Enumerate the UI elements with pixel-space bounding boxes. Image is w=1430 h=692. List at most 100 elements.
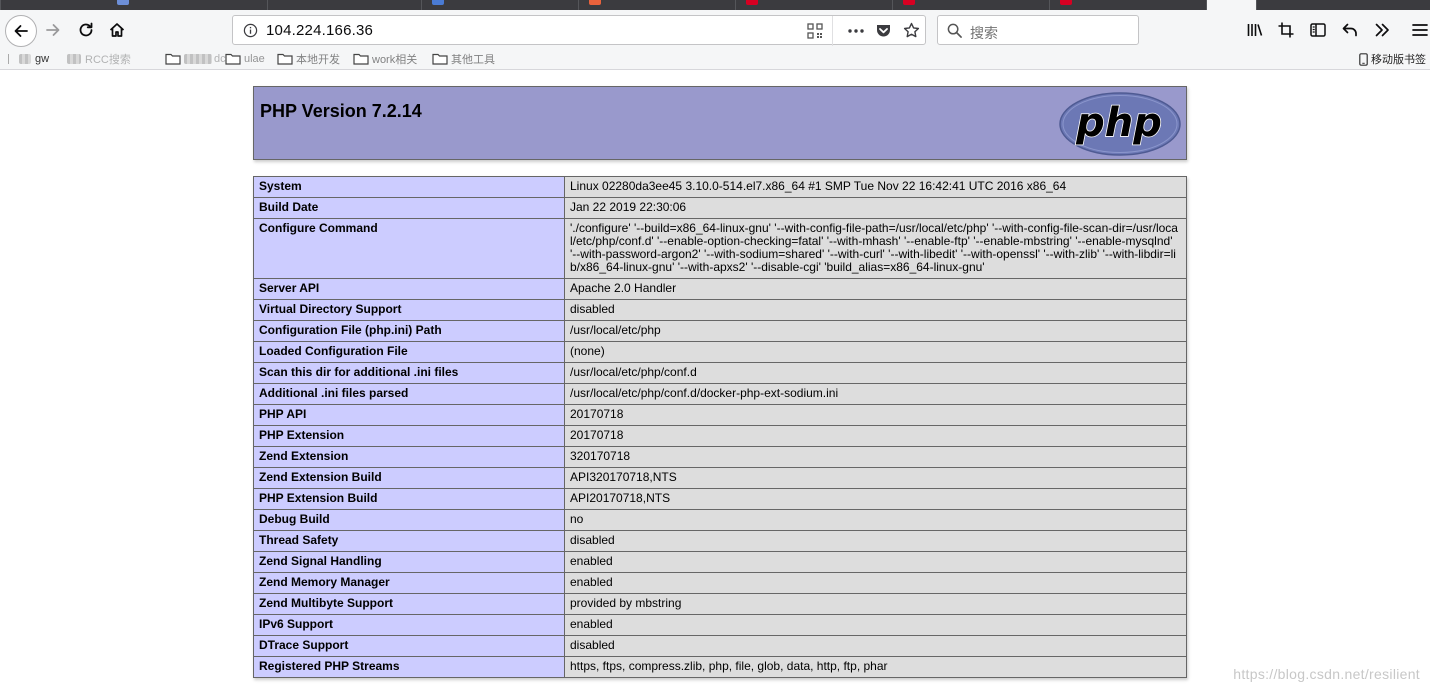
table-row: Virtual Directory Support disabled bbox=[253, 299, 1187, 321]
folder-icon bbox=[277, 53, 293, 65]
setting-value: enabled bbox=[564, 572, 1187, 594]
tab-active[interactable] bbox=[1207, 0, 1257, 10]
table-row: Server API Apache 2.0 Handler bbox=[253, 278, 1187, 300]
setting-name: PHP API bbox=[253, 404, 565, 426]
setting-name: IPv6 Support bbox=[253, 614, 565, 636]
table-row: DTrace Support disabled bbox=[253, 635, 1187, 657]
bookmark-item[interactable]: gw bbox=[8, 51, 49, 67]
tab[interactable] bbox=[579, 0, 736, 10]
setting-name: System bbox=[253, 176, 565, 198]
table-row: Registered PHP Streams https, ftps, compr… bbox=[253, 656, 1187, 678]
table-row: Zend Multibyte Support provided by mbstri… bbox=[253, 593, 1187, 615]
setting-value: disabled bbox=[564, 530, 1187, 552]
setting-value: Apache 2.0 Handler bbox=[564, 278, 1187, 300]
setting-name: Zend Extension bbox=[253, 446, 565, 468]
pocket-icon[interactable] bbox=[875, 22, 892, 39]
setting-value: 320170718 bbox=[564, 446, 1187, 468]
php-logo-text: php bbox=[1075, 100, 1162, 146]
setting-value: https, ftps, compress.zlib, php, file, g… bbox=[564, 656, 1187, 678]
setting-value: /usr/local/etc/php/conf.d bbox=[564, 362, 1187, 384]
hamburger-icon bbox=[1412, 24, 1428, 36]
tab-favicon-icon bbox=[903, 0, 915, 5]
reload-button[interactable] bbox=[75, 19, 97, 41]
reload-icon bbox=[79, 22, 93, 37]
table-row: System Linux 02280da3ee45 3.10.0-514.el7.… bbox=[253, 176, 1187, 198]
mobile-phone-icon bbox=[1359, 52, 1368, 66]
setting-name: Thread Safety bbox=[253, 530, 565, 552]
table-row: Configuration File (php.ini) Path/usr/lo… bbox=[253, 320, 1187, 342]
table-row: Loaded Configuration File (none) bbox=[253, 341, 1187, 363]
tab[interactable] bbox=[268, 0, 422, 10]
setting-value: 20170718 bbox=[564, 404, 1187, 426]
search-bar[interactable]: 搜索 bbox=[937, 15, 1139, 45]
setting-name: Scan this dir for additional .ini files bbox=[253, 362, 565, 384]
bookmark-folder[interactable]: dc bbox=[165, 51, 226, 67]
sidebar-icon bbox=[1310, 23, 1326, 37]
setting-value: enabled bbox=[564, 551, 1187, 573]
table-row: Thread Safety disabled bbox=[253, 530, 1187, 552]
bookmark-star-icon[interactable] bbox=[903, 22, 920, 39]
page-title: PHP Version 7.2.14 bbox=[260, 101, 422, 121]
tab[interactable] bbox=[736, 0, 893, 10]
table-row: Build Date Jan 22 2019 22:30:06 bbox=[253, 197, 1187, 219]
home-button[interactable] bbox=[106, 19, 128, 41]
bookmark-label: 其他工具 bbox=[451, 54, 495, 66]
bookmark-item[interactable]: RCC搜索 bbox=[67, 51, 131, 67]
setting-value: 20170718 bbox=[564, 425, 1187, 447]
setting-name: PHP Extension Build bbox=[253, 488, 565, 510]
bookmark-label: 本地开发 bbox=[296, 54, 340, 66]
phpinfo-container: PHP Version 7.2.14 php System Linux 02280… bbox=[253, 86, 1187, 678]
setting-name: DTrace Support bbox=[253, 635, 565, 657]
setting-value: provided by mbstring bbox=[564, 593, 1187, 615]
table-row: IPv6 Support enabled bbox=[253, 614, 1187, 636]
tab-favicon-icon bbox=[117, 0, 129, 5]
setting-value: (none) bbox=[564, 341, 1187, 363]
qr-code-icon[interactable] bbox=[807, 23, 823, 39]
bookmark-folder[interactable]: 其他工具 bbox=[432, 51, 495, 67]
setting-name: Additional .ini files parsed bbox=[253, 383, 565, 405]
sidebar-button[interactable] bbox=[1307, 19, 1329, 41]
tab[interactable] bbox=[1050, 0, 1207, 10]
table-row: Zend Memory Manager enabled bbox=[253, 572, 1187, 594]
setting-name: PHP Extension bbox=[253, 425, 565, 447]
bookmark-folder[interactable]: 本地开发 bbox=[277, 51, 340, 67]
setting-name: Server API bbox=[253, 278, 565, 300]
tab-strip bbox=[0, 0, 1430, 10]
forward-button[interactable] bbox=[42, 19, 64, 41]
table-row: Scan this dir for additional .ini files /… bbox=[253, 362, 1187, 384]
back-button[interactable] bbox=[5, 15, 37, 47]
mobile-bookmarks[interactable]: 移动版书签 bbox=[1359, 51, 1426, 67]
tab[interactable] bbox=[422, 0, 579, 10]
navigation-toolbar: 104.224.166.36 搜索 bbox=[0, 10, 1430, 50]
table-row: Zend Extension Build API320170718,NTS bbox=[253, 467, 1187, 489]
setting-name: Configure Command bbox=[253, 218, 565, 279]
page-content: PHP Version 7.2.14 php System Linux 02280… bbox=[0, 70, 1430, 692]
bookmark-favicon-icon bbox=[67, 54, 81, 64]
setting-value: /usr/local/etc/php bbox=[564, 320, 1187, 342]
bookmark-folder[interactable]: work相关 bbox=[353, 51, 417, 67]
setting-name: Zend Memory Manager bbox=[253, 572, 565, 594]
tab[interactable] bbox=[893, 0, 1050, 10]
bookmark-label: RCC搜索 bbox=[85, 54, 131, 66]
bookmark-label: gw bbox=[35, 53, 50, 65]
info-icon[interactable] bbox=[243, 23, 258, 38]
bookmark-folder[interactable]: ulae bbox=[225, 51, 265, 67]
bookmark-label: ulae bbox=[244, 53, 265, 65]
library-button[interactable] bbox=[1244, 19, 1266, 41]
arrow-left-icon bbox=[14, 25, 28, 37]
separator bbox=[8, 54, 9, 64]
setting-value: Linux 02280da3ee45 3.10.0-514.el7.x86_64… bbox=[564, 176, 1187, 198]
php-logo: php bbox=[1059, 92, 1181, 156]
url-text[interactable]: 104.224.166.36 bbox=[266, 22, 373, 39]
more-actions-icon[interactable] bbox=[847, 23, 865, 39]
overflow-menu-button[interactable] bbox=[1371, 19, 1393, 41]
url-bar[interactable]: 104.224.166.36 bbox=[232, 15, 926, 46]
tab-favicon-icon bbox=[1060, 0, 1072, 5]
tab[interactable] bbox=[1, 0, 268, 10]
undo-button[interactable] bbox=[1339, 19, 1361, 41]
screenshot-button[interactable] bbox=[1275, 19, 1297, 41]
setting-name: Zend Multibyte Support bbox=[253, 593, 565, 615]
bookmark-favicon-icon bbox=[19, 54, 31, 64]
hamburger-menu-button[interactable] bbox=[1409, 19, 1430, 41]
table-row: PHP API 20170718 bbox=[253, 404, 1187, 426]
